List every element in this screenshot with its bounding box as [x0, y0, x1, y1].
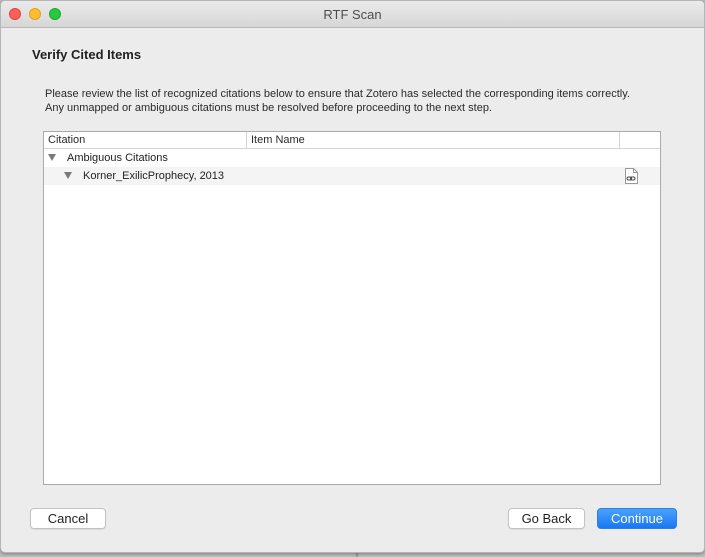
column-header-item-name[interactable]: Item Name [247, 132, 620, 148]
citations-table[interactable]: Citation Item Name Ambiguous Citations K… [43, 131, 661, 485]
disclosure-triangle-icon[interactable] [64, 172, 72, 179]
table-row-citation[interactable]: Korner_ExilicProphecy, 2013 [44, 167, 660, 185]
row-label: Ambiguous Citations [67, 152, 168, 164]
cancel-button[interactable]: Cancel [30, 508, 106, 529]
rtf-scan-window: RTF Scan Verify Cited Items Please revie… [0, 0, 705, 553]
column-header-actions[interactable] [620, 132, 660, 148]
title-bar[interactable]: RTF Scan [1, 1, 704, 28]
disclosure-triangle-icon[interactable] [48, 154, 56, 161]
go-back-button[interactable]: Go Back [508, 508, 585, 529]
column-header-citation[interactable]: Citation [44, 132, 247, 148]
row-label: Korner_ExilicProphecy, 2013 [83, 170, 225, 182]
page-description: Please review the list of recognized cit… [45, 88, 630, 114]
table-row-ambiguous-citations[interactable]: Ambiguous Citations [44, 149, 660, 167]
window-title: RTF Scan [323, 7, 382, 22]
table-header: Citation Item Name [44, 132, 660, 149]
continue-button[interactable]: Continue [597, 508, 677, 529]
link-document-icon[interactable] [624, 168, 638, 184]
page-heading: Verify Cited Items [32, 47, 142, 62]
